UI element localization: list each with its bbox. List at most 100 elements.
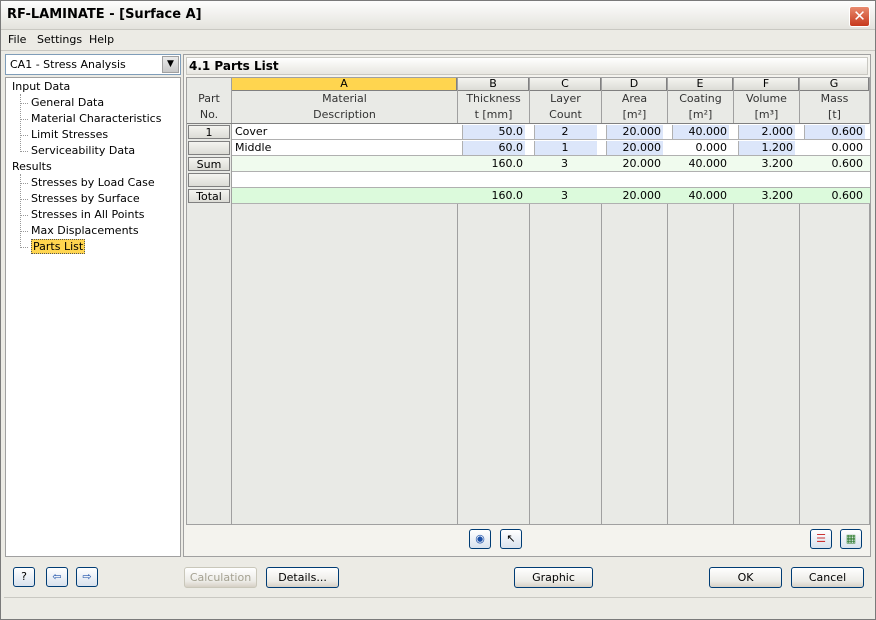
row-number[interactable]: Sum	[188, 157, 230, 171]
column-header: Layer	[550, 92, 581, 105]
table-cell	[235, 157, 452, 171]
table-cell[interactable]: 0.600	[804, 125, 865, 139]
tree-item[interactable]: Stresses in All Points	[31, 208, 145, 221]
tree-item-label: Stresses by Load Case	[31, 176, 155, 189]
tree-item[interactable]: Max Displacements	[31, 224, 139, 237]
menu-settings[interactable]: Settings	[37, 33, 82, 46]
column-header: Area	[621, 92, 648, 105]
tree-item-label: Stresses in All Points	[31, 208, 145, 221]
row-number[interactable]	[188, 141, 230, 155]
column-header: Mass	[820, 92, 849, 105]
table-cell: 0.600	[831, 189, 864, 202]
table-cell	[738, 173, 795, 187]
column-header-unit: [m²]	[622, 108, 647, 121]
menu-file[interactable]: File	[8, 33, 26, 46]
panel-title: 4.1 Parts List	[186, 57, 868, 75]
tree-item[interactable]: Stresses by Surface	[31, 192, 140, 205]
tree-connector	[20, 103, 28, 104]
help-icon: ?	[21, 570, 27, 583]
cancel-button[interactable]: Cancel	[791, 567, 864, 588]
table-cell[interactable]: 0.000	[672, 141, 729, 155]
table-cell[interactable]: 2	[534, 125, 597, 139]
table-cell: 20.000	[622, 189, 662, 202]
table-cell[interactable]: 20.000	[606, 125, 663, 139]
tree-item[interactable]: Serviceability Data	[31, 144, 135, 157]
view-button[interactable]: ◉	[469, 529, 491, 549]
tree-item[interactable]: Parts List	[31, 239, 86, 254]
table-cell	[462, 173, 525, 187]
navigator-tree: Input Data General Data Material Character…	[5, 77, 181, 557]
menu-help[interactable]: Help	[89, 33, 114, 46]
tree-connector	[20, 119, 28, 120]
help-button[interactable]: ?	[13, 567, 35, 587]
table-cell[interactable]: Cover	[235, 125, 452, 139]
column-letter-header[interactable]: E	[668, 78, 733, 91]
row-number[interactable]: Total	[188, 189, 230, 203]
column-header-unit: [m²]	[688, 108, 713, 121]
pick-button[interactable]: ↖	[500, 529, 522, 549]
excel-export-button[interactable]: ▦	[840, 529, 862, 549]
table-cell[interactable]: 1.200	[738, 141, 795, 155]
tree-connector	[20, 215, 28, 216]
column-letter-header[interactable]: G	[800, 78, 869, 91]
table-format-icon: ☰	[816, 532, 826, 545]
close-button[interactable]: ✕	[849, 6, 870, 27]
table-cell	[534, 173, 597, 187]
table-cell[interactable]: 40.000	[672, 125, 729, 139]
tree-connector	[20, 94, 21, 152]
row-header-label: Part	[198, 92, 220, 105]
status-bar	[4, 597, 872, 617]
table-cell[interactable]: 1	[534, 141, 597, 155]
calculation-button[interactable]: Calculation	[184, 567, 257, 588]
column-letter-header[interactable]: B	[458, 78, 529, 91]
arrow-right-icon: ⇨	[82, 570, 92, 583]
next-button[interactable]: ⇨	[76, 567, 98, 587]
window-title: RF-LAMINATE - [Surface A]	[7, 7, 202, 22]
row-header-label: No.	[199, 108, 219, 121]
table-cell: 20.000	[622, 157, 662, 170]
tree-item[interactable]: Limit Stresses	[31, 128, 108, 141]
settings-button[interactable]: ☰	[810, 529, 832, 549]
table-cell: 160.0	[491, 157, 524, 170]
table-cell[interactable]: 50.0	[462, 125, 525, 139]
details-button[interactable]: Details...	[266, 567, 339, 588]
table-cell	[804, 173, 865, 187]
column-header-unit: Count	[549, 108, 582, 121]
table-cell[interactable]: Middle	[235, 141, 452, 155]
tree-item[interactable]: General Data	[31, 96, 104, 109]
title-bar: RF-LAMINATE - [Surface A] ✕	[1, 1, 875, 30]
table-cell[interactable]: 0.000	[804, 141, 865, 155]
column-letter-header[interactable]: F	[734, 78, 799, 91]
tree-group[interactable]: Results	[12, 160, 52, 173]
table-cell	[235, 173, 452, 187]
table-cell[interactable]: 2.000	[738, 125, 795, 139]
graphic-button[interactable]: Graphic	[514, 567, 593, 588]
parts-table: A B C D E F G Part No. Material Description Thickne…	[186, 77, 870, 525]
column-header-unit: [m³]	[754, 108, 779, 121]
table-cell[interactable]: 60.0	[462, 141, 525, 155]
table-cell[interactable]: 20.000	[606, 141, 663, 155]
column-header-unit: Description	[313, 108, 376, 121]
column-letter-header[interactable]: D	[602, 78, 667, 91]
tree-group[interactable]: Input Data	[12, 80, 70, 93]
row-number[interactable]: 1	[188, 125, 230, 139]
table-cell	[606, 173, 663, 187]
ok-button[interactable]: OK	[709, 567, 782, 588]
chevron-down-icon[interactable]: ▼	[162, 56, 179, 73]
column-header: Thickness	[466, 92, 521, 105]
case-selector[interactable]: CA1 - Stress Analysis ▼	[5, 54, 181, 75]
table-cell: 3	[561, 157, 568, 170]
column-letter-header[interactable]: C	[530, 78, 601, 91]
table-cell: 3.200	[761, 157, 794, 170]
tree-item[interactable]: Material Characteristics	[31, 112, 161, 125]
tree-connector	[20, 183, 28, 184]
table-cell: 40.000	[688, 189, 728, 202]
row-number[interactable]	[188, 173, 230, 187]
tree-item[interactable]: Stresses by Load Case	[31, 176, 155, 189]
table-cell: 3.200	[761, 189, 794, 202]
case-selector-value: CA1 - Stress Analysis	[10, 58, 126, 71]
table-cell: 0.600	[831, 157, 864, 170]
column-letter-header[interactable]: A	[232, 78, 457, 91]
previous-button[interactable]: ⇦	[46, 567, 68, 587]
dialog-window: RF-LAMINATE - [Surface A] ✕ File Setting…	[0, 0, 876, 620]
